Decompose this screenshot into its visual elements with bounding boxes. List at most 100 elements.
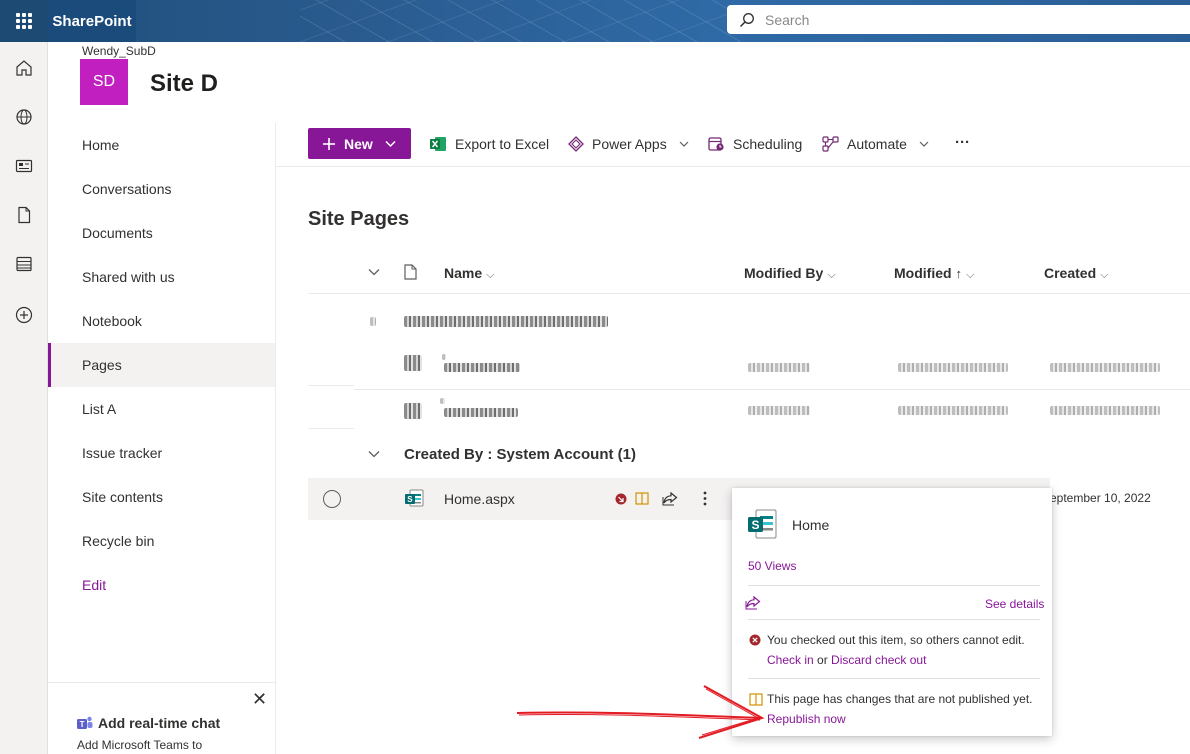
row-created-redacted bbox=[1050, 406, 1160, 415]
hover-card-title[interactable]: Home bbox=[792, 517, 829, 533]
app-bar bbox=[0, 42, 48, 754]
file-name-link[interactable]: Home.aspx bbox=[444, 491, 515, 507]
globe-icon[interactable] bbox=[12, 105, 36, 129]
nav-item-home[interactable]: Home bbox=[48, 123, 275, 167]
search-icon bbox=[739, 12, 754, 27]
group-header-system-account[interactable]: Created By : System Account (1) bbox=[404, 446, 636, 463]
share-icon[interactable] bbox=[662, 491, 678, 506]
created-date: eptember 10, 2022 bbox=[1050, 491, 1151, 505]
row-modified-by-redacted bbox=[748, 406, 810, 415]
see-details-link[interactable]: See details bbox=[985, 597, 1044, 611]
column-header-modified-by[interactable]: Modified By ⌵ bbox=[744, 265, 836, 282]
column-header-name[interactable]: Name ⌵ bbox=[444, 265, 494, 282]
power-apps-menu[interactable]: Power Apps bbox=[568, 136, 689, 152]
hover-card-divider bbox=[748, 619, 1040, 620]
column-header-created[interactable]: Created ⌵ bbox=[1044, 265, 1108, 282]
header-banner-pattern bbox=[300, 0, 740, 42]
row-select-radio[interactable] bbox=[323, 490, 341, 508]
teams-promo-text: Add Microsoft Teams to bbox=[77, 738, 203, 752]
document-icon[interactable] bbox=[12, 203, 36, 227]
sharepoint-page-icon: S bbox=[405, 489, 424, 507]
calendar-clock-icon bbox=[708, 137, 724, 151]
teams-icon: T bbox=[77, 716, 93, 729]
hover-card-views[interactable]: 50 Views bbox=[748, 559, 796, 573]
unpublished-draft-icon bbox=[749, 693, 763, 706]
home-icon[interactable] bbox=[12, 56, 36, 80]
power-apps-label: Power Apps bbox=[592, 136, 667, 152]
nav-item-recycle-bin[interactable]: Recycle bin bbox=[48, 519, 275, 563]
svg-text:S: S bbox=[752, 518, 760, 532]
row-name-redacted bbox=[444, 363, 520, 372]
site-title[interactable]: Site D bbox=[150, 70, 218, 98]
row-divider bbox=[308, 385, 354, 386]
app-name[interactable]: SharePoint bbox=[48, 0, 136, 42]
column-header-modified[interactable]: Modified ↑ ⌵ bbox=[894, 265, 974, 282]
row-name-redacted bbox=[444, 408, 518, 417]
checkout-message: You checked out this item, so others can… bbox=[767, 633, 1025, 647]
lists-icon[interactable] bbox=[12, 252, 36, 276]
export-to-excel-button[interactable]: Export to Excel bbox=[430, 136, 549, 152]
row-created-redacted bbox=[1050, 363, 1160, 372]
error-icon bbox=[749, 634, 761, 646]
row-icon-redacted bbox=[404, 403, 422, 419]
checkout-actions: Check in or Discard check out bbox=[767, 653, 926, 667]
row-modified-by-redacted bbox=[748, 363, 810, 372]
close-icon[interactable]: ✕ bbox=[252, 689, 267, 710]
nav-item-pages[interactable]: Pages bbox=[48, 343, 275, 387]
header-divider bbox=[308, 293, 1190, 294]
site-logo[interactable]: SD bbox=[80, 59, 128, 105]
more-actions-icon[interactable] bbox=[703, 491, 707, 506]
group-header-redacted bbox=[404, 316, 608, 327]
share-icon[interactable] bbox=[745, 595, 761, 610]
row-divider bbox=[308, 428, 354, 429]
checked-out-icon bbox=[615, 493, 627, 505]
automate-menu[interactable]: Automate bbox=[822, 136, 929, 152]
search-box[interactable]: Search bbox=[727, 5, 1190, 34]
hover-card-divider bbox=[748, 678, 1040, 679]
app-launcher-button[interactable] bbox=[0, 0, 48, 42]
plus-icon bbox=[323, 137, 335, 150]
library-title: Site Pages bbox=[308, 208, 410, 230]
chevron-down-icon bbox=[385, 140, 396, 147]
row-divider bbox=[354, 389, 1190, 390]
export-label: Export to Excel bbox=[455, 136, 550, 152]
nav-item-shared-with-us[interactable]: Shared with us bbox=[48, 255, 275, 299]
check-in-link[interactable]: Check in bbox=[767, 653, 814, 667]
or-text: or bbox=[817, 653, 828, 667]
row-modified-redacted bbox=[898, 406, 1008, 415]
nav-item-documents[interactable]: Documents bbox=[48, 211, 275, 255]
teams-promo: ✕ T Add real-time chat Add Microsoft Tea… bbox=[48, 682, 275, 754]
scheduling-button[interactable]: Scheduling bbox=[708, 136, 802, 152]
nav-item-notebook[interactable]: Notebook bbox=[48, 299, 275, 343]
automate-icon bbox=[822, 136, 839, 152]
collapse-all-chevron-icon[interactable] bbox=[368, 268, 380, 276]
hover-card-divider bbox=[748, 585, 1040, 586]
unpublished-message: This page has changes that are not publi… bbox=[767, 692, 1033, 706]
chevron-down-icon bbox=[679, 141, 689, 147]
nav-item-conversations[interactable]: Conversations bbox=[48, 167, 275, 211]
nav-item-list-a[interactable]: List A bbox=[48, 387, 275, 431]
new-button-label: New bbox=[344, 135, 373, 152]
create-icon[interactable] bbox=[12, 303, 36, 327]
svg-text:S: S bbox=[407, 495, 413, 504]
chevron-down-icon bbox=[919, 141, 929, 147]
news-icon[interactable] bbox=[12, 154, 36, 178]
automate-label: Automate bbox=[847, 136, 907, 152]
more-commands-button[interactable]: ··· bbox=[955, 134, 970, 151]
waffle-icon bbox=[16, 13, 32, 29]
sort-ascending-icon: ↑ bbox=[955, 266, 962, 281]
discard-checkout-link[interactable]: Discard check out bbox=[831, 653, 926, 667]
svg-text:T: T bbox=[80, 720, 85, 729]
site-owner-label: Wendy_SubD bbox=[82, 44, 156, 58]
row-icon-redacted bbox=[404, 355, 422, 371]
new-button[interactable]: New bbox=[308, 128, 411, 159]
nav-edit-link[interactable]: Edit bbox=[48, 563, 275, 607]
group-chevron-down-icon[interactable] bbox=[368, 450, 380, 458]
republish-now-link[interactable]: Republish now bbox=[767, 712, 846, 726]
nav-item-site-contents[interactable]: Site contents bbox=[48, 475, 275, 519]
nav-item-issue-tracker[interactable]: Issue tracker bbox=[48, 431, 275, 475]
file-type-icon[interactable] bbox=[404, 264, 417, 280]
power-apps-icon bbox=[568, 136, 584, 152]
search-placeholder: Search bbox=[765, 11, 810, 28]
unpublished-draft-icon bbox=[635, 492, 649, 505]
